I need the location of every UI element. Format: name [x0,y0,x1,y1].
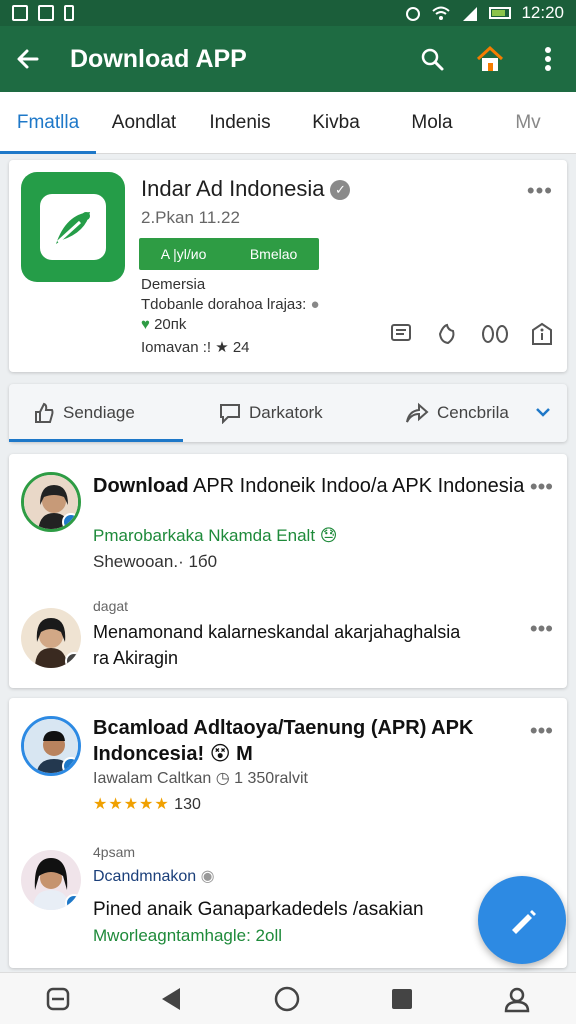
app-bar: Download APP [0,26,576,92]
app-name: Indar Ad Indonesia ✓ [141,176,351,202]
share-icon [406,402,429,423]
recent-apps-icon[interactable] [45,986,71,1012]
wifi-icon [432,6,451,20]
install-left-label: A |yl/иo [160,246,207,262]
post-small-label: 4psam [93,844,136,860]
post-more-button[interactable]: ••• [530,616,553,642]
post-meta-label: dagat [93,598,129,614]
post-text: Pined anaik Ganaparkadedels /asakian [93,899,424,920]
tab-2[interactable]: Indenis [192,92,288,154]
home-icon [476,45,504,71]
action-bar-indicator [9,439,183,442]
chevron-down-icon[interactable] [533,402,553,422]
info-icon[interactable] [531,322,553,346]
post-subtitle: Pmarobarkaka Nkamda Enalt 😓 [93,526,338,545]
compose-fab[interactable] [478,876,566,964]
search-icon [421,48,444,71]
comment-icon[interactable] [389,322,413,346]
avatar[interactable] [21,716,81,776]
tab-3[interactable]: Kivba [288,92,384,154]
app-version: 2.Pkan 11.22 [141,208,240,227]
avatar[interactable] [21,472,81,532]
clock-icon: ◷ [215,770,230,787]
post-title-line2: ra Akiragin [93,648,179,668]
app-more-button[interactable]: ••• [527,178,553,204]
search-button[interactable] [416,43,448,75]
verified-icon: ✓ [330,180,351,201]
app-description: Tdobanle dorahoa lrajaз: ● [141,296,320,313]
verified-badge-icon [62,513,78,529]
action-darkatork[interactable]: Darkatork [195,402,381,424]
verified-icon: ◉ [200,868,215,885]
page-title: Download APP [70,44,247,73]
avatar[interactable] [21,850,81,910]
tab-5[interactable]: Mv [480,92,576,154]
system-nav-bar [0,972,576,1024]
tab-0[interactable]: Fmatlla [0,92,96,154]
post-more-button[interactable]: ••• [530,474,553,500]
post-title: Bcamload Adltaoya/Taenung (APR) APK [93,717,474,739]
back-button[interactable] [12,43,44,75]
leaf-logo-icon [56,212,90,244]
alarm-icon [406,7,421,21]
post-more-button[interactable]: ••• [530,718,553,744]
status-bar: 12:20 [0,0,576,26]
app-card[interactable]: Indar Ad Indonesia ✓ ••• 2.Pkan 11.22 A |… [9,160,567,372]
app-size: ♥ 20пk [141,316,187,333]
tab-1[interactable]: Aondlat [96,92,192,154]
verified-badge-icon [62,757,78,773]
post-meta: Shewooan.· 1б0 [93,552,218,571]
post-title: Download APR Indoneik Indoo/a APK Indone… [93,475,525,497]
avatar[interactable] [21,608,81,668]
action-sendiage[interactable]: Sendiage [9,402,195,424]
post-author: Dcandmnakon ◉ [93,868,215,885]
status-time: 12:20 [521,3,564,22]
leaf-dot-icon: ♥ [141,316,150,333]
account-icon[interactable] [503,985,531,1013]
home-circle-icon[interactable] [273,985,301,1013]
gallery-icon [12,5,28,21]
post-title: Menamonand kalarneskandal akarjahaghalsi… [93,622,461,642]
thumbs-up-icon [35,402,54,423]
views-icon[interactable] [481,322,509,346]
app-rating: Iomavan :! ★ 24 [141,339,250,356]
post-rating: ★★★★★ 130 [93,796,201,813]
app-logo [21,172,125,282]
app-developer: Demersia [141,276,206,293]
battery-icon [489,7,512,19]
post-card[interactable]: Download APR Indoneik Indoo/a APK Indone… [9,454,567,688]
like-icon[interactable] [435,322,459,346]
mic-icon: ● [310,296,320,313]
tab-4[interactable]: Mola [384,92,480,154]
photo-icon [38,5,54,21]
install-right-label: Bmelao [249,246,298,262]
notification-icon [64,5,74,21]
overview-square-icon[interactable] [390,987,414,1011]
back-triangle-icon[interactable] [160,986,184,1012]
signal-icon [463,7,478,21]
pencil-icon [512,910,536,934]
tab-bar: Fmatlla Aondlat Indenis Kivba Mola Mv [0,92,576,154]
rating-stars: ★★★★★ [93,796,170,813]
arrow-left-icon [17,49,39,69]
comment-bubble-icon [220,404,240,424]
home-button[interactable] [474,43,506,75]
post-meta: Iawalam Caltkan ◷ 1 350ralvit [93,770,308,787]
verified-badge-icon [65,894,81,910]
post-subtext: Mworleagntamhagle: 2oll [93,926,282,945]
badge-icon [65,652,81,668]
install-button[interactable]: A |yl/иo Bmelao [139,238,319,270]
more-vert-icon [545,47,551,71]
overflow-menu-button[interactable] [532,43,564,75]
action-bar: Sendiage Darkatork Cencbrila [9,384,567,442]
post-title-line2: Indoncesia! 😵 M [93,743,253,765]
